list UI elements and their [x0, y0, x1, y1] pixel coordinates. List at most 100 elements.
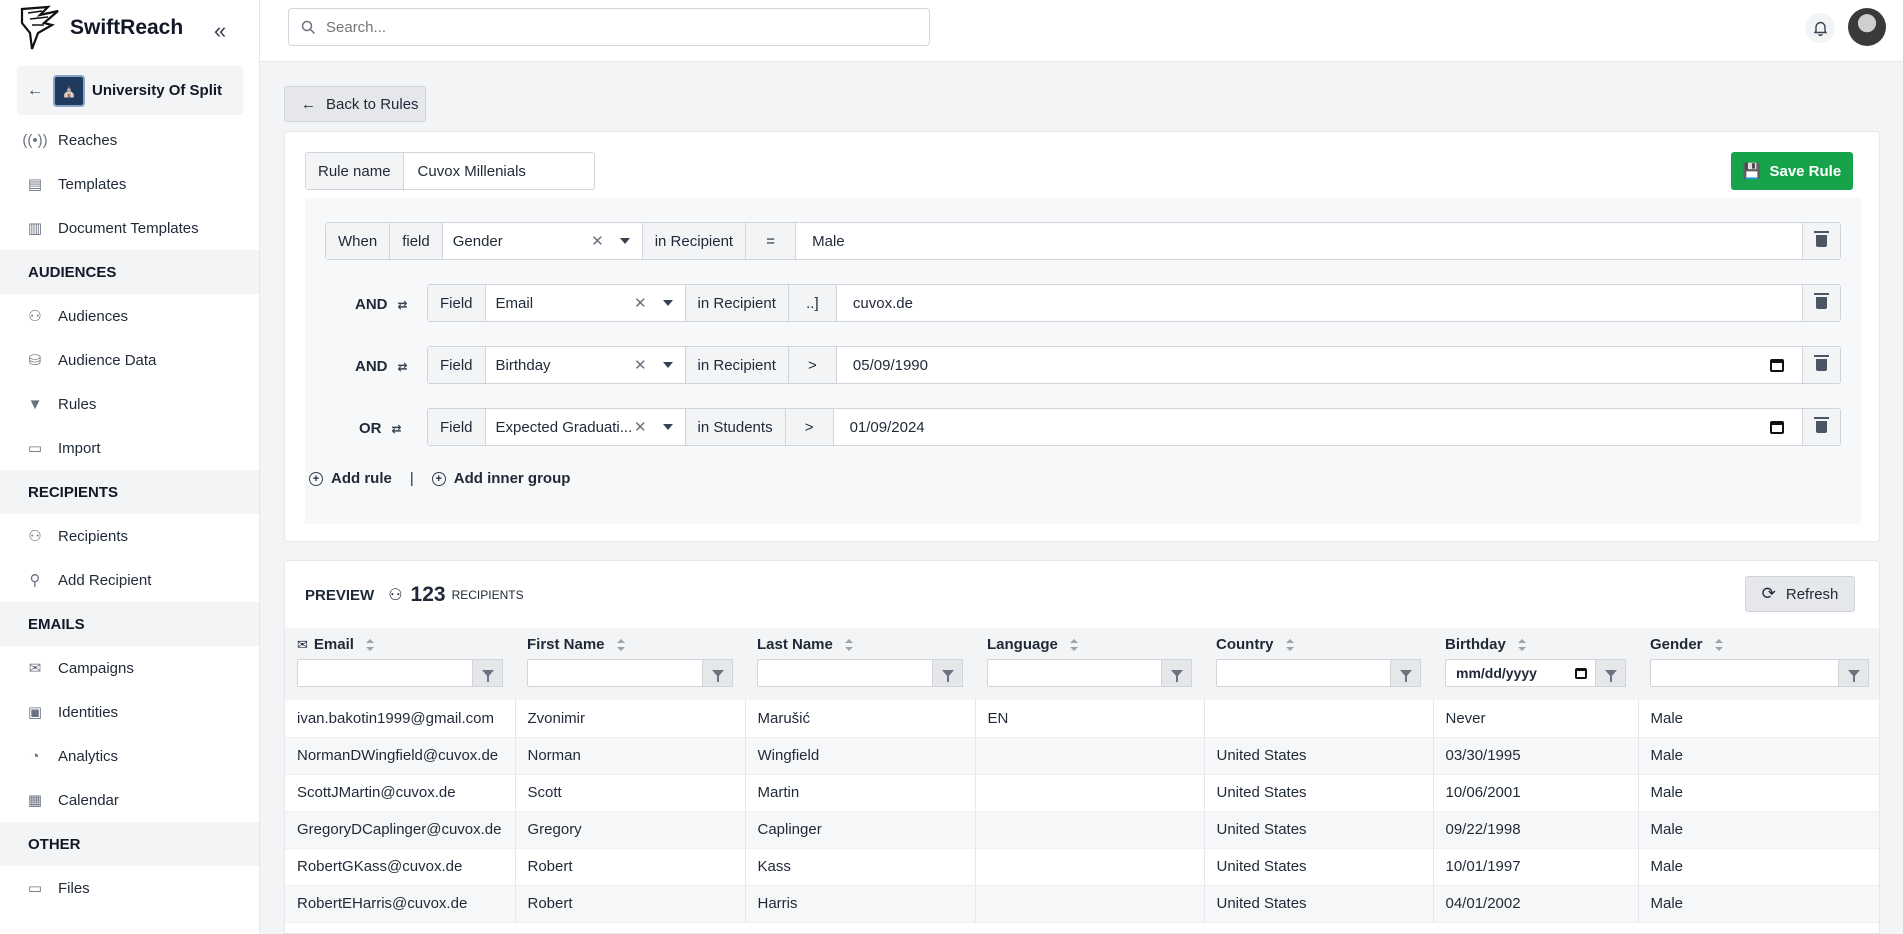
conjunction-toggle[interactable]: AND ⇄	[355, 358, 408, 375]
sort-gender[interactable]: Gender	[1638, 628, 1879, 653]
sort-icon[interactable]	[844, 638, 853, 651]
clear-icon[interactable]: ✕	[634, 294, 647, 312]
field-select[interactable]: Gender ✕	[442, 223, 643, 259]
filter-button[interactable]	[933, 659, 963, 687]
delete-rule-button[interactable]	[1802, 223, 1840, 259]
sort-icon[interactable]	[365, 638, 374, 651]
filter-input[interactable]	[297, 659, 473, 687]
swap-icon[interactable]: ⇄	[398, 298, 408, 312]
filter-input[interactable]	[987, 659, 1162, 687]
filter-country	[1216, 659, 1421, 687]
sidebar-item-analytics[interactable]: ◔ Analytics	[0, 734, 259, 778]
sort-email[interactable]: ✉ Email	[285, 628, 515, 653]
sort-icon[interactable]	[1517, 638, 1526, 651]
table-row[interactable]: ScottJMartin@cuvox.de Scott Martin Unite…	[285, 774, 1879, 812]
filter-input[interactable]	[757, 659, 933, 687]
swap-icon[interactable]: ⇄	[392, 422, 402, 436]
clear-icon[interactable]: ✕	[634, 418, 647, 436]
rule-name-input[interactable]: Cuvox Millenials	[404, 153, 594, 189]
notifications-bell-icon[interactable]	[1805, 13, 1835, 43]
value-input[interactable]: Male	[796, 223, 1802, 259]
sidebar-item-add-recipient[interactable]: ⚲ Add Recipient	[0, 558, 259, 602]
filter-button[interactable]	[1839, 659, 1869, 687]
refresh-button[interactable]: ⟳ Refresh	[1745, 576, 1855, 612]
filter-button[interactable]	[473, 659, 503, 687]
filter-button[interactable]	[703, 659, 733, 687]
sidebar-item-campaigns[interactable]: ✉ Campaigns	[0, 646, 259, 690]
sort-icon[interactable]	[1285, 638, 1294, 651]
sort-icon[interactable]	[1069, 638, 1078, 651]
table-row[interactable]: GregoryDCaplinger@cuvox.de Gregory Capli…	[285, 811, 1879, 849]
sort-country[interactable]: Country	[1204, 628, 1433, 653]
save-rule-button[interactable]: 💾 Save Rule	[1731, 152, 1853, 190]
sort-first-name[interactable]: First Name	[515, 628, 745, 653]
filter-input[interactable]	[527, 659, 703, 687]
delete-rule-button[interactable]	[1802, 347, 1840, 383]
chevron-down-icon[interactable]	[662, 300, 673, 306]
calendar-icon[interactable]	[1770, 420, 1784, 434]
search-input[interactable]	[326, 18, 906, 36]
sort-last-name[interactable]: Last Name	[745, 628, 975, 653]
chevron-down-icon[interactable]	[619, 238, 630, 244]
clear-icon[interactable]: ✕	[634, 356, 647, 374]
org-switcher[interactable]: ← ⛪ University Of Split	[17, 66, 243, 115]
sidebar-item-document-templates[interactable]: ▥ Document Templates	[0, 206, 259, 250]
bird-logo-icon	[20, 5, 59, 50]
sidebar-item-reaches[interactable]: ((•)) Reaches	[0, 118, 259, 162]
conjunction-toggle[interactable]: OR ⇄	[359, 420, 402, 437]
chevron-down-icon[interactable]	[662, 424, 673, 430]
calendar-icon[interactable]	[1770, 358, 1784, 372]
user-avatar[interactable]	[1848, 8, 1886, 46]
chevron-down-icon[interactable]	[662, 362, 673, 368]
clear-icon[interactable]: ✕	[591, 232, 604, 250]
topbar	[260, 0, 1903, 62]
search-box[interactable]	[288, 8, 930, 46]
sidebar-item-calendar[interactable]: ▦ Calendar	[0, 778, 259, 822]
operator-select[interactable]: =	[746, 223, 797, 259]
sidebar-item-rules[interactable]: ▼ Rules	[0, 382, 259, 426]
filter-input[interactable]	[1216, 659, 1391, 687]
conjunction-toggle[interactable]: AND ⇄	[355, 296, 408, 313]
field-select[interactable]: Expected Graduati... ✕	[485, 409, 686, 445]
filter-button[interactable]	[1162, 659, 1192, 687]
filter-button[interactable]	[1596, 659, 1626, 687]
delete-rule-button[interactable]	[1802, 285, 1840, 321]
field-label: Field	[428, 285, 486, 321]
table-row[interactable]: RobertEHarris@cuvox.de Robert Harris Uni…	[285, 885, 1879, 923]
add-rule-button[interactable]: + Add rule	[309, 470, 392, 487]
sidebar-item-templates[interactable]: ▤ Templates	[0, 162, 259, 206]
cell-country: United States	[1204, 774, 1434, 812]
sidebar-item-audiences[interactable]: ⚇ Audiences	[0, 294, 259, 338]
field-select[interactable]: Birthday ✕	[485, 347, 686, 383]
sort-birthday[interactable]: Birthday	[1433, 628, 1638, 653]
table-row[interactable]: RobertGKass@cuvox.de Robert Kass United …	[285, 848, 1879, 886]
table-row[interactable]: NormanDWingfield@cuvox.de Norman Wingfie…	[285, 737, 1879, 775]
sort-icon[interactable]	[1714, 638, 1723, 651]
filter-button[interactable]	[1391, 659, 1421, 687]
collapse-sidebar-icon[interactable]: «	[214, 18, 226, 44]
field-select[interactable]: Email ✕	[485, 285, 686, 321]
sidebar-item-files[interactable]: ▭ Files	[0, 866, 259, 910]
scope-label: in Recipient	[685, 285, 789, 321]
sidebar-item-identities[interactable]: ▣ Identities	[0, 690, 259, 734]
arrow-left-icon[interactable]: ←	[17, 82, 53, 100]
operator-select[interactable]: ..]	[788, 285, 837, 321]
date-input[interactable]: 05/09/1990	[836, 347, 1802, 383]
back-to-rules-button[interactable]: ← Back to Rules	[284, 86, 426, 122]
date-input[interactable]: 01/09/2024	[833, 409, 1802, 445]
add-inner-group-button[interactable]: + Add inner group	[431, 470, 570, 487]
sort-language[interactable]: Language	[975, 628, 1204, 653]
table-row[interactable]: ivan.bakotin1999@gmail.com Zvonimir Maru…	[285, 700, 1879, 738]
sidebar-item-audience-data[interactable]: ⛁ Audience Data	[0, 338, 259, 382]
filter-date-input[interactable]: mm/dd/yyyy	[1445, 659, 1596, 687]
calendar-icon[interactable]	[1575, 667, 1587, 679]
sidebar-item-import[interactable]: ▭ Import	[0, 426, 259, 470]
value-input[interactable]: cuvox.de	[836, 285, 1802, 321]
sort-icon[interactable]	[616, 638, 625, 651]
swap-icon[interactable]: ⇄	[398, 360, 408, 374]
delete-rule-button[interactable]	[1802, 409, 1840, 445]
sidebar-item-recipients[interactable]: ⚇ Recipients	[0, 514, 259, 558]
filter-input[interactable]	[1650, 659, 1839, 687]
operator-select[interactable]: >	[788, 347, 837, 383]
operator-select[interactable]: >	[785, 409, 834, 445]
